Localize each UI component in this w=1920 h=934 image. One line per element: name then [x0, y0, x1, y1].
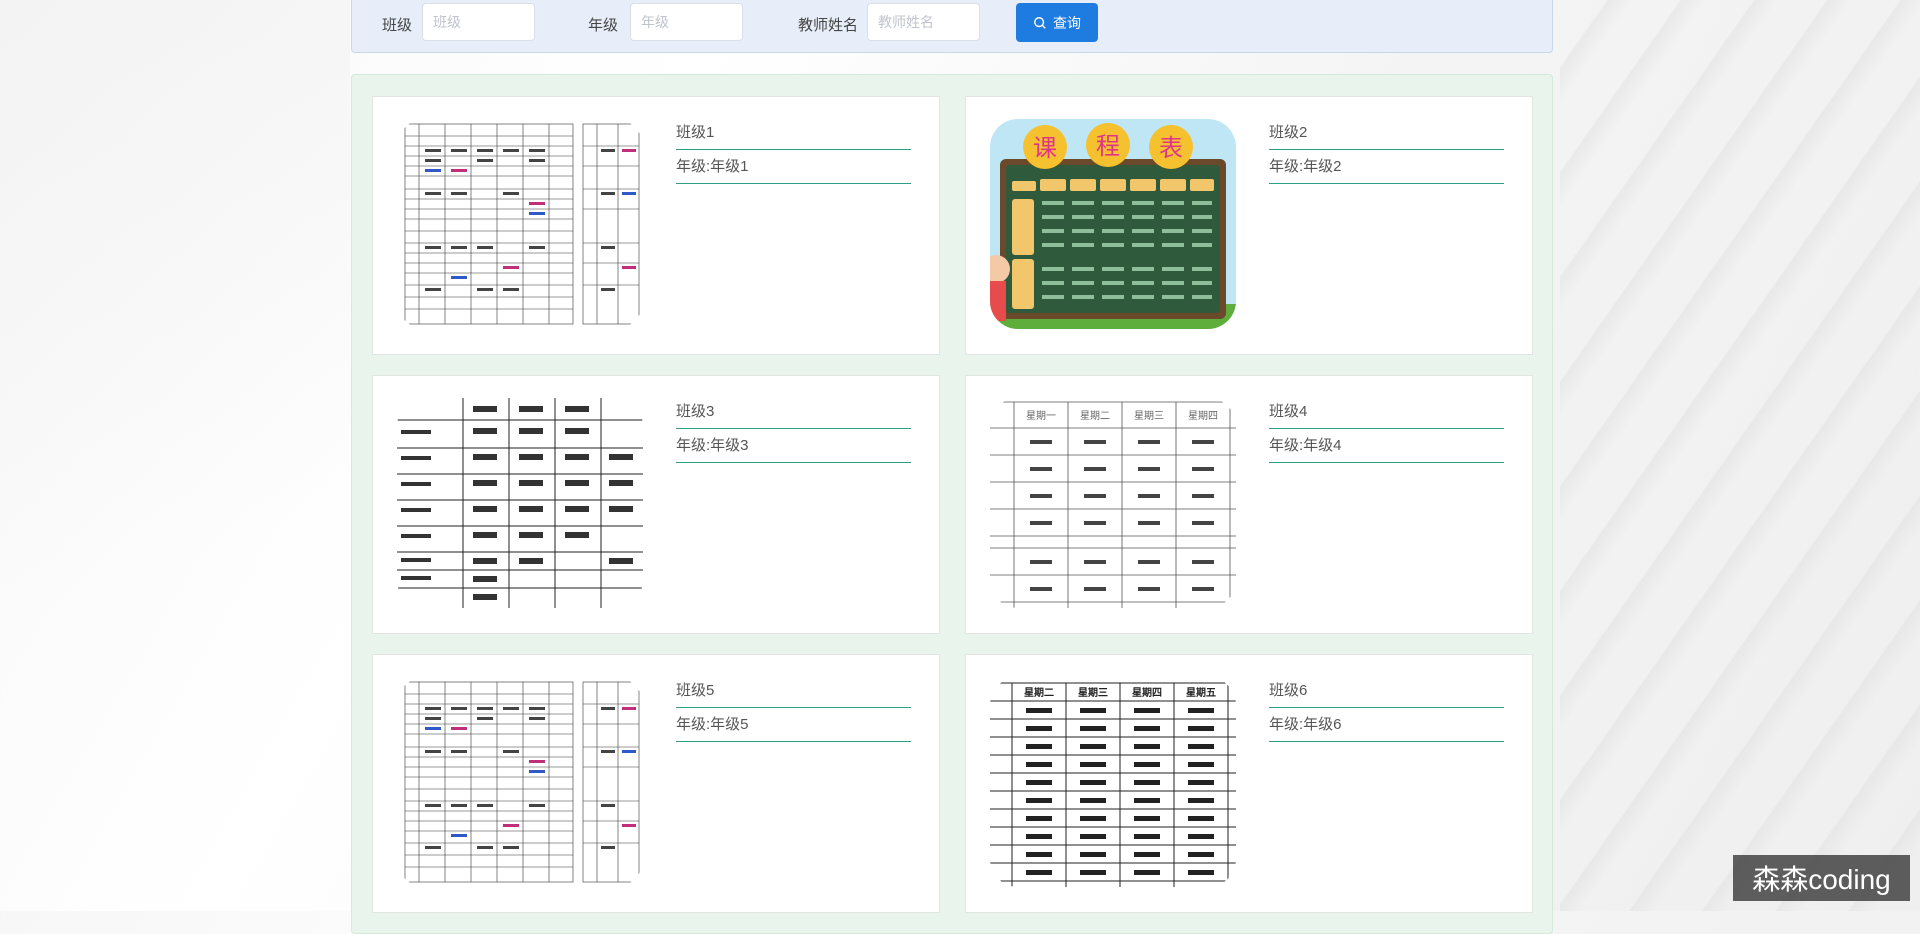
class-input[interactable] [422, 3, 535, 41]
timetable-image[interactable]: 星期二 星期三 星期四 星期五 [990, 677, 1236, 887]
timetable-image[interactable]: 课 程 表 [990, 119, 1236, 329]
class-card[interactable]: 课 程 表 班级2 年级:年级2 [965, 96, 1533, 355]
class-card[interactable]: 星期二 星期三 星期四 星期五 班级6 年级:年级6 [965, 654, 1533, 913]
search-form: 班级 年级 教师姓名 查询 [351, 0, 1553, 53]
class-name: 班级1 [676, 117, 911, 150]
grade-text: 年级:年级5 [676, 709, 911, 742]
background-decoration-left [0, 0, 350, 911]
class-card[interactable]: 班级5 年级:年级5 [372, 654, 940, 913]
image-header: 星期三 [1078, 686, 1108, 699]
grade-text: 年级:年级6 [1269, 709, 1504, 742]
image-header: 星期二 [1024, 686, 1054, 699]
grade-text: 年级:年级1 [676, 151, 911, 184]
class-card-list: 班级1 年级:年级1 课 程 表 班级2 年级:年级2 班级3 年级:年级3 星… [351, 74, 1553, 934]
class-card[interactable]: 星期一 星期二 星期三 星期四 班级4 年级:年级4 [965, 375, 1533, 634]
image-header: 星期一 [1026, 410, 1056, 422]
image-header: 星期四 [1132, 686, 1162, 699]
search-button[interactable]: 查询 [1016, 3, 1098, 42]
grade-text: 年级:年级2 [1269, 151, 1504, 184]
image-header: 星期五 [1186, 686, 1216, 699]
timetable-image[interactable]: 星期一 星期二 星期三 星期四 [990, 398, 1236, 608]
class-name: 班级2 [1269, 117, 1504, 150]
image-header: 星期二 [1080, 410, 1110, 422]
timetable-image[interactable] [397, 398, 643, 608]
class-name: 班级6 [1269, 675, 1504, 708]
grade-input[interactable] [630, 3, 743, 41]
class-name: 班级3 [676, 396, 911, 429]
image-header: 星期三 [1134, 410, 1164, 422]
teacher-name-input[interactable] [867, 3, 980, 41]
grade-text: 年级:年级4 [1269, 430, 1504, 463]
class-card[interactable]: 班级3 年级:年级3 [372, 375, 940, 634]
timetable-image[interactable] [397, 677, 643, 887]
grade-label: 年级 [588, 17, 619, 34]
search-button-label: 查询 [1053, 14, 1081, 31]
class-name: 班级5 [676, 675, 911, 708]
background-decoration-right [1560, 0, 1920, 911]
watermark: 森森coding [1733, 855, 1910, 901]
grade-text: 年级:年级3 [676, 430, 911, 463]
class-card[interactable]: 班级1 年级:年级1 [372, 96, 940, 355]
image-title-char: 表 [1159, 134, 1183, 162]
image-title-char: 程 [1096, 132, 1120, 160]
search-icon [1034, 16, 1046, 29]
image-header: 星期四 [1188, 410, 1218, 422]
class-name: 班级4 [1269, 396, 1504, 429]
class-label: 班级 [382, 17, 413, 34]
timetable-image[interactable] [397, 119, 643, 329]
teacher-name-label: 教师姓名 [798, 17, 859, 34]
image-title-char: 课 [1033, 134, 1057, 162]
